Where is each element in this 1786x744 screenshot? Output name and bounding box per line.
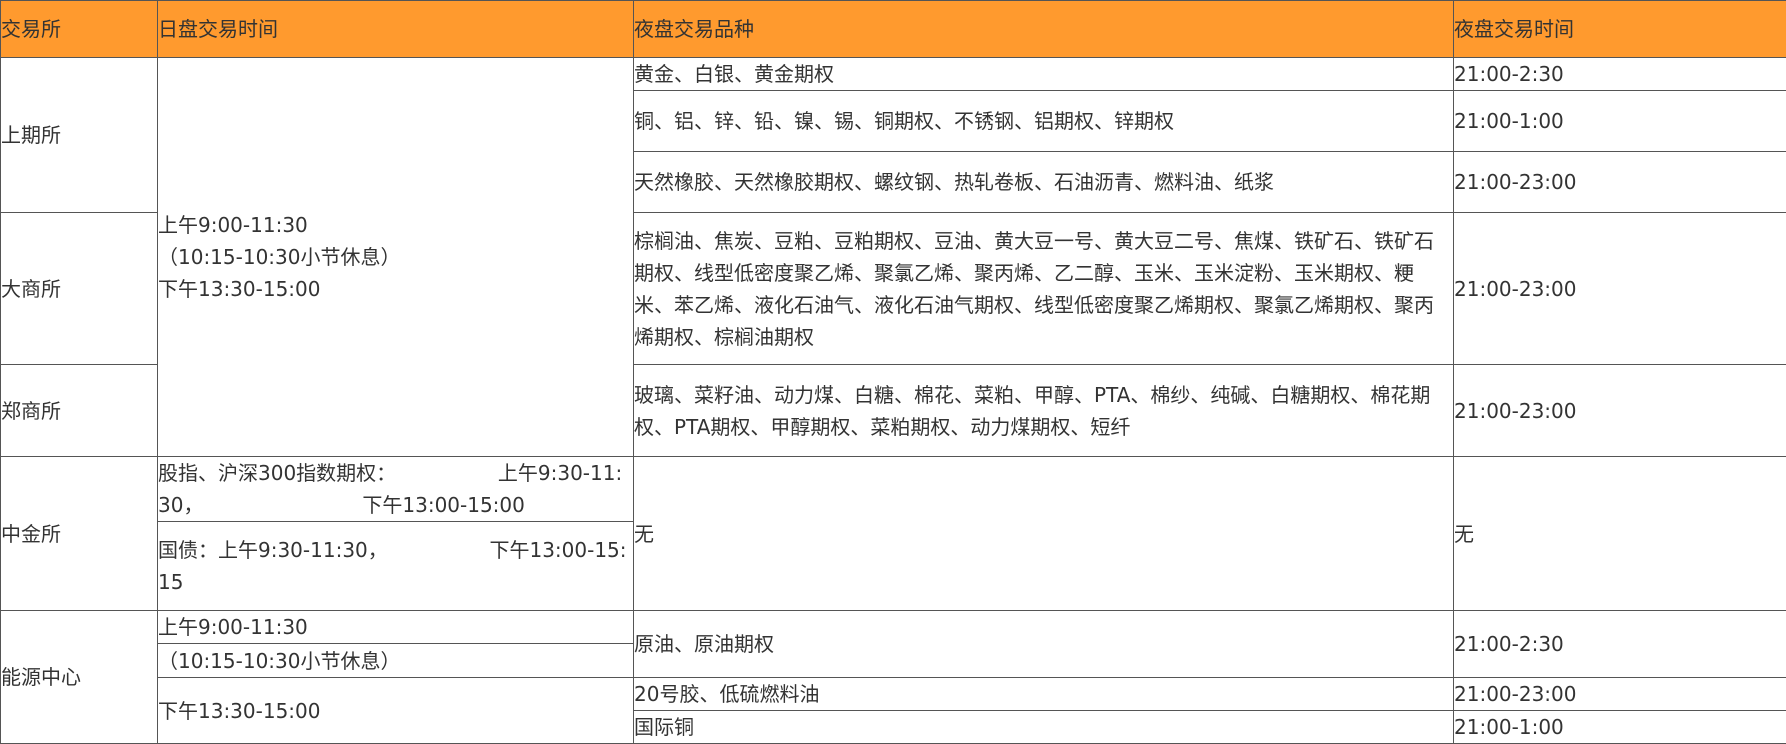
table-row: 上期所 上午9:00-11:30 （10:15-10:30小节休息） 下午13:… [0, 57, 1786, 457]
day-session-morning: 上午9:00-11:30 [158, 213, 308, 237]
ine-day-session-subtable: 上午9:00-11:30 （10:15-10:30小节休息） 下午13:30-1… [158, 611, 633, 743]
night-products-cell: 原油、原油期权 [633, 610, 1454, 678]
night-products-cell: 国际铜 [633, 709, 1454, 744]
night-time-cell: 21:00-23:00 [1453, 364, 1786, 457]
shared-day-session: 上午9:00-11:30 （10:15-10:30小节休息） 下午13:30-1… [157, 57, 634, 457]
night-products-cell: 棕榈油、焦炭、豆粕、豆粕期权、豆油、黄大豆一号、黄大豆二号、焦煤、铁矿石、铁矿石… [633, 212, 1454, 365]
cffex-index-session: 股指、沪深300指数期权： 上午9:30-11:30， 下午13:00-15:0… [158, 457, 633, 522]
header-night-products: 夜盘交易品种 [633, 0, 1454, 58]
header-exchange: 交易所 [0, 0, 158, 58]
table-row: 能源中心 上午9:00-11:30 （10:15-10:30小节休息） 下午13… [0, 610, 1786, 744]
night-time-cell: 21:00-23:00 [1453, 676, 1786, 711]
night-products-cell: 铜、铝、锌、铅、镍、锡、铜期权、不锈钢、铝期权、锌期权 [633, 90, 1454, 152]
exchange-cffex: 中金所 [0, 456, 158, 611]
night-products-cell: 20号胶、低硫燃料油 [633, 676, 1454, 711]
cffex-bond-session: 国债：上午9:30-11:30， 下午13:00-15:15 [158, 538, 627, 594]
header-day-session: 日盘交易时间 [157, 0, 634, 58]
table-row: 中金所 股指、沪深300指数期权： 上午9:30-11:30， 下午13:00-… [0, 456, 1786, 611]
night-time-cell: 21:00-23:00 [1453, 151, 1786, 213]
night-products-cell: 天然橡胶、天然橡胶期权、螺纹钢、热轧卷板、石油沥青、燃料油、纸浆 [633, 151, 1454, 213]
ine-day-break: （10:15-10:30小节休息） [158, 643, 633, 678]
night-time-cell: 无 [1453, 456, 1786, 611]
night-time-cell: 21:00-2:30 [1453, 610, 1786, 678]
table-header-row: 交易所 日盘交易时间 夜盘交易品种 夜盘交易时间 [0, 0, 1786, 58]
header-night-session: 夜盘交易时间 [1453, 0, 1786, 58]
night-products-cell: 玻璃、菜籽油、动力煤、白糖、棉花、菜粕、甲醇、PTA、棉纱、纯碱、白糖期权、棉花… [633, 364, 1454, 457]
ine-day-session: 上午9:00-11:30 （10:15-10:30小节休息） 下午13:30-1… [157, 610, 634, 744]
night-time-cell: 21:00-23:00 [1453, 212, 1786, 365]
exchange-czce: 郑商所 [0, 364, 158, 457]
ine-day-afternoon: 下午13:30-15:00 [158, 698, 321, 723]
exchange-dce: 大商所 [0, 212, 158, 365]
cffex-day-session-subtable: 股指、沪深300指数期权： 上午9:30-11:30， 下午13:00-15:0… [158, 457, 633, 610]
night-time-cell: 21:00-2:30 [1453, 57, 1786, 91]
trading-hours-table: 交易所 日盘交易时间 夜盘交易品种 夜盘交易时间 上期所 上午9:00-11:3… [0, 0, 1786, 744]
night-time-cell: 21:00-1:00 [1453, 90, 1786, 152]
cffex-day-session: 股指、沪深300指数期权： 上午9:30-11:30， 下午13:00-15:0… [157, 456, 634, 611]
night-time-cell: 21:00-1:00 [1453, 709, 1786, 744]
day-session-afternoon: 下午13:30-15:00 [158, 277, 321, 301]
exchange-ine: 能源中心 [0, 610, 158, 744]
ine-day-morning: 上午9:00-11:30 [158, 611, 633, 644]
night-products-cell: 无 [633, 456, 1454, 611]
night-products-cell: 黄金、白银、黄金期权 [633, 57, 1454, 91]
day-session-break: （10:15-10:30小节休息） [158, 245, 401, 269]
exchange-shfe: 上期所 [0, 57, 158, 213]
